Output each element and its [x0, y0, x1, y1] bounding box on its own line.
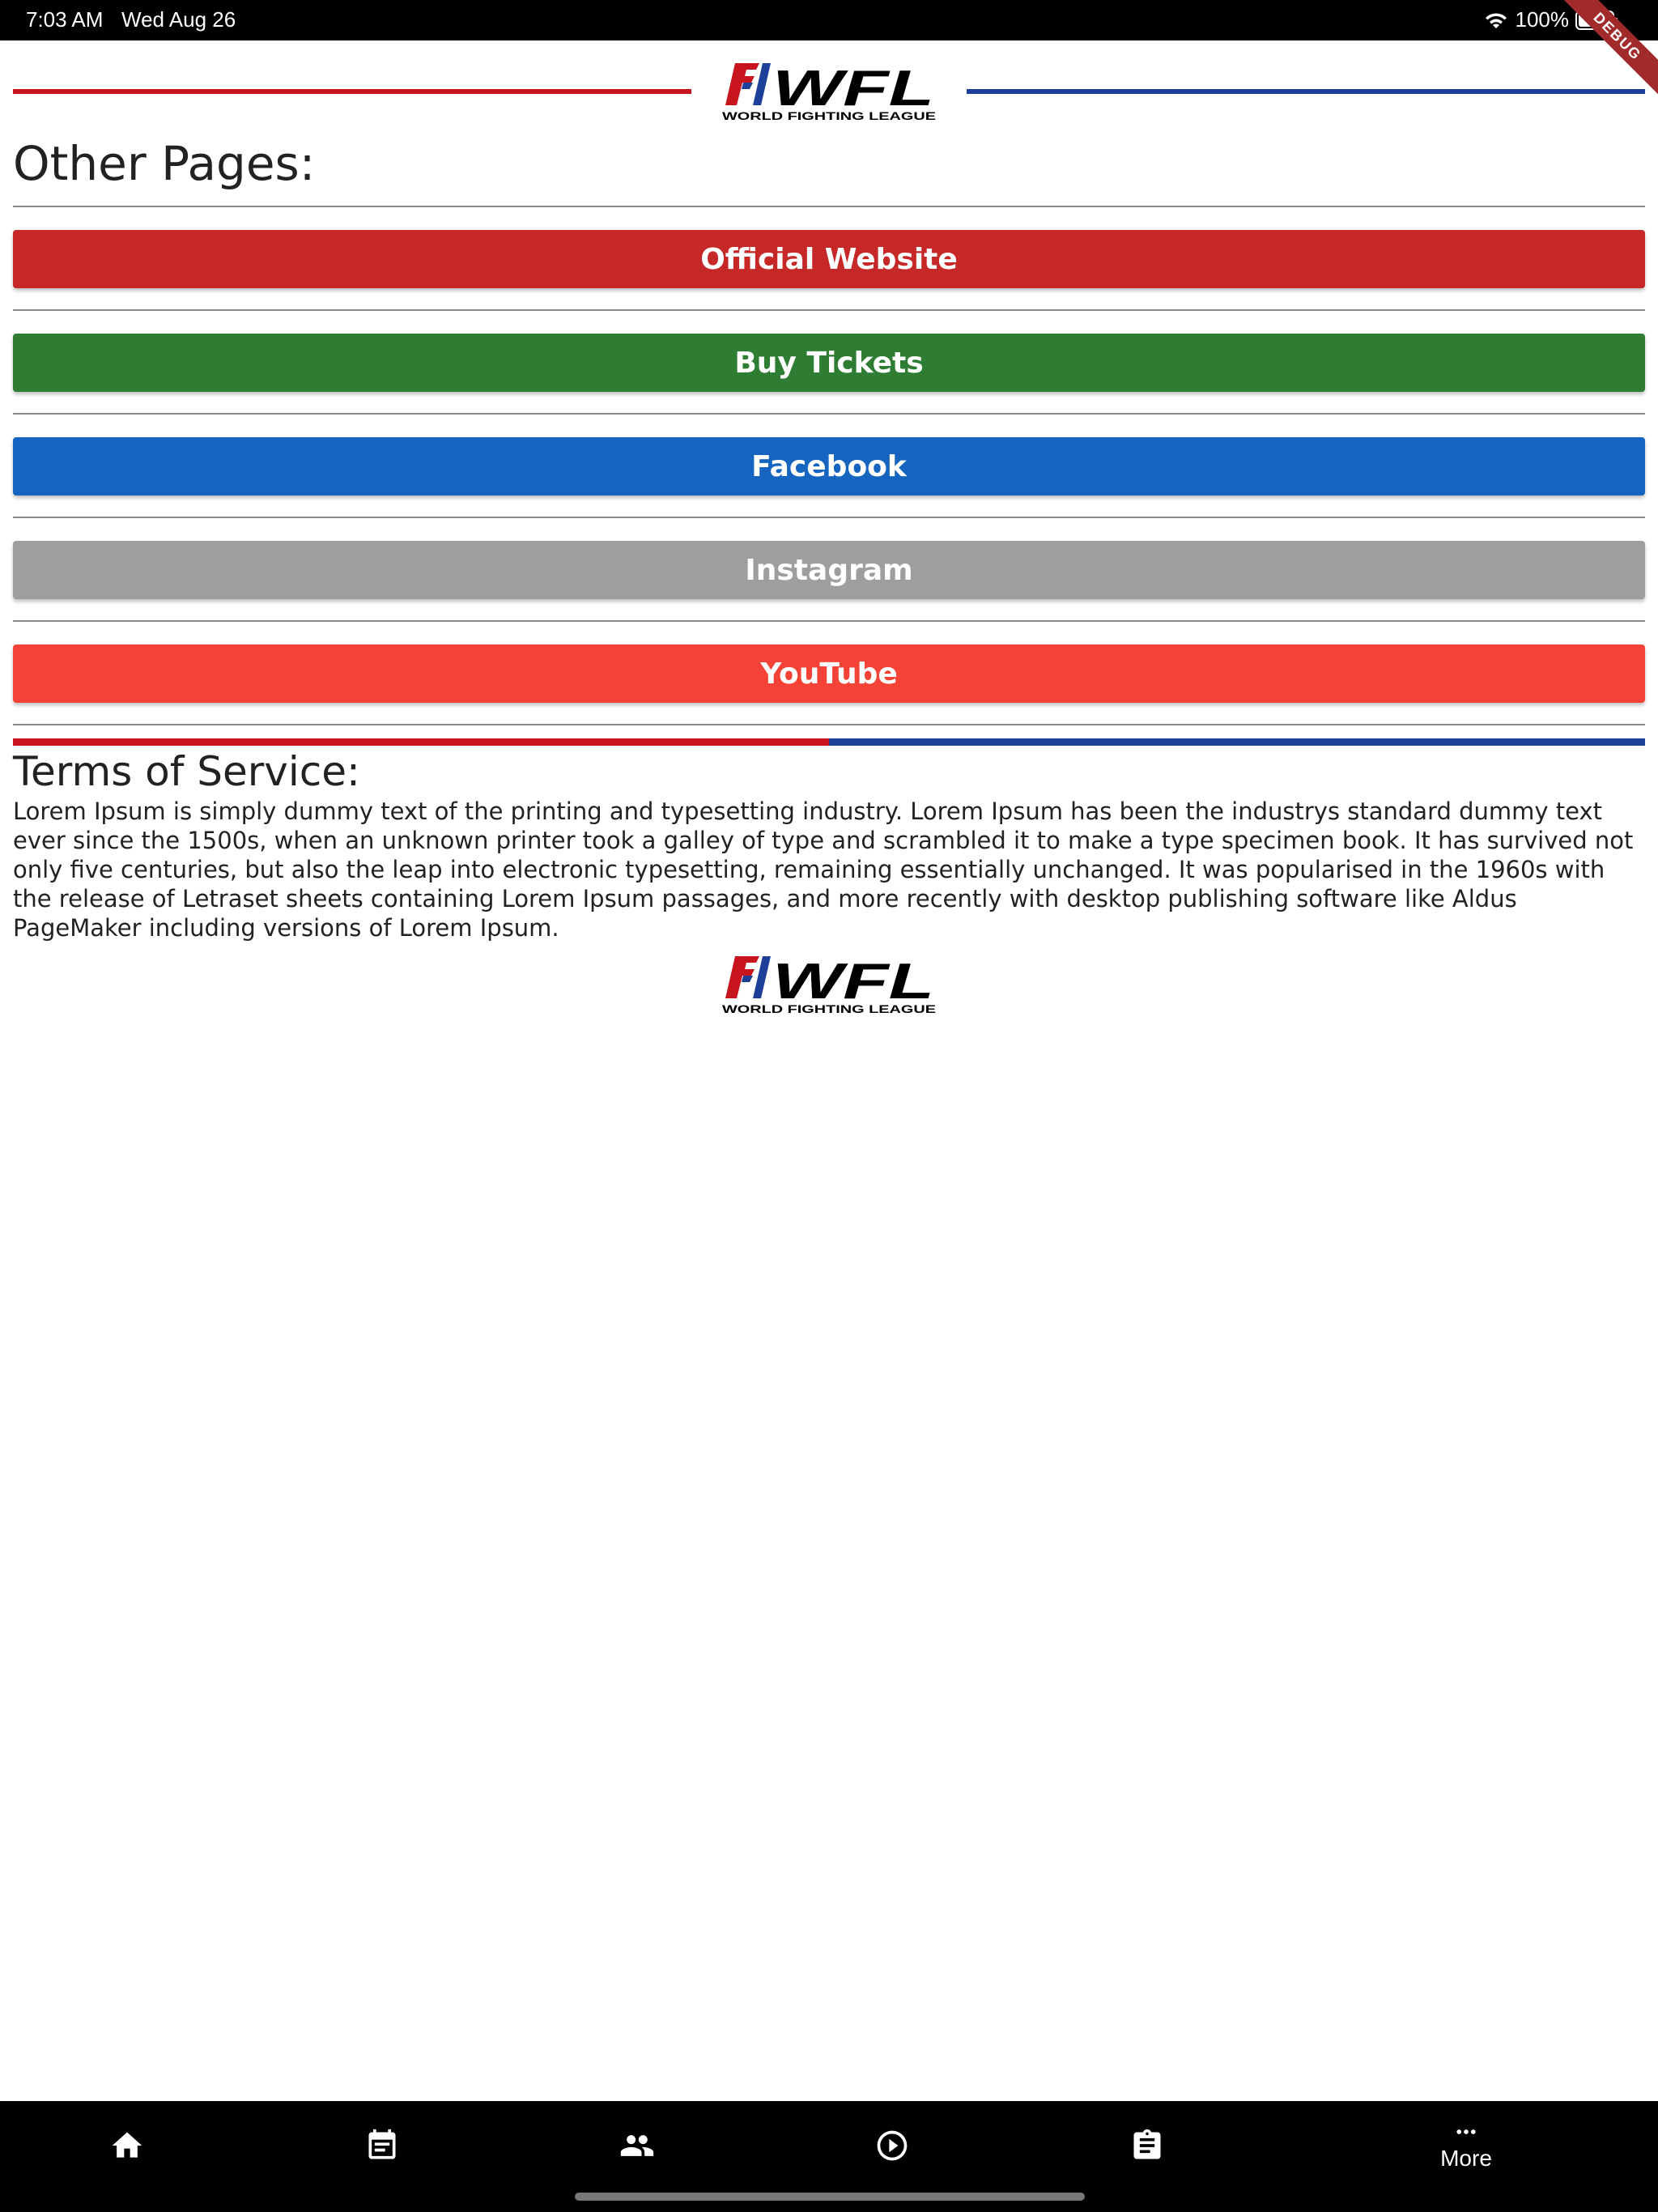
divider: [13, 517, 1645, 518]
home-indicator[interactable]: [575, 2193, 1085, 2201]
divider: [13, 620, 1645, 622]
nav-home[interactable]: [46, 2101, 208, 2190]
play-icon: [877, 2130, 908, 2161]
logo-mark: WFL: [772, 954, 934, 1010]
nav-more-label: More: [1440, 2146, 1492, 2171]
section-divider-blue: [829, 738, 1645, 746]
other-pages-title: Other Pages:: [13, 136, 316, 191]
official-website-button[interactable]: Official Website: [13, 230, 1645, 288]
status-date: Wed Aug 26: [121, 7, 236, 32]
facebook-button[interactable]: Facebook: [13, 437, 1645, 496]
nav-fighters[interactable]: [556, 2101, 718, 2190]
section-divider-red: [13, 738, 829, 746]
buy-tickets-button[interactable]: Buy Tickets: [13, 334, 1645, 392]
logo-tagline: WORLD FIGHTING LEAGUE: [722, 109, 936, 122]
nav-results[interactable]: [1066, 2101, 1228, 2190]
divider: [13, 724, 1645, 725]
logo-mark: WFL: [772, 61, 934, 117]
nav-video[interactable]: [811, 2101, 973, 2190]
status-bar: 7:03 AM Wed Aug 26 100%: [0, 0, 1658, 40]
terms-title: Terms of Service:: [13, 748, 360, 795]
wfl-logo-footer: WFL WORLD FIGHTING LEAGUE: [722, 954, 936, 1015]
nav-events[interactable]: [301, 2101, 463, 2190]
home-icon: [112, 2132, 142, 2158]
youtube-button[interactable]: YouTube: [13, 644, 1645, 703]
nav-more[interactable]: More: [1385, 2101, 1547, 2190]
battery-percent: 100%: [1515, 7, 1570, 32]
terms-body: Lorem Ipsum is simply dummy text of the …: [13, 798, 1634, 942]
events-icon: [368, 2129, 396, 2159]
divider: [13, 309, 1645, 311]
more-icon: [1456, 2129, 1476, 2134]
header: WFL WORLD FIGHTING LEAGUE: [0, 40, 1658, 130]
status-time: 7:03 AM: [26, 7, 104, 32]
fighters-icon: [620, 2135, 654, 2156]
logo-tagline: WORLD FIGHTING LEAGUE: [722, 1002, 936, 1015]
clipboard-icon: [1133, 2129, 1161, 2159]
header-line-blue: [967, 89, 1645, 94]
divider: [13, 206, 1645, 207]
header-line-red: [13, 89, 691, 94]
wifi-icon: [1485, 12, 1507, 28]
wfl-logo: WFL WORLD FIGHTING LEAGUE: [722, 61, 936, 122]
divider: [13, 413, 1645, 415]
instagram-button[interactable]: Instagram: [13, 541, 1645, 599]
